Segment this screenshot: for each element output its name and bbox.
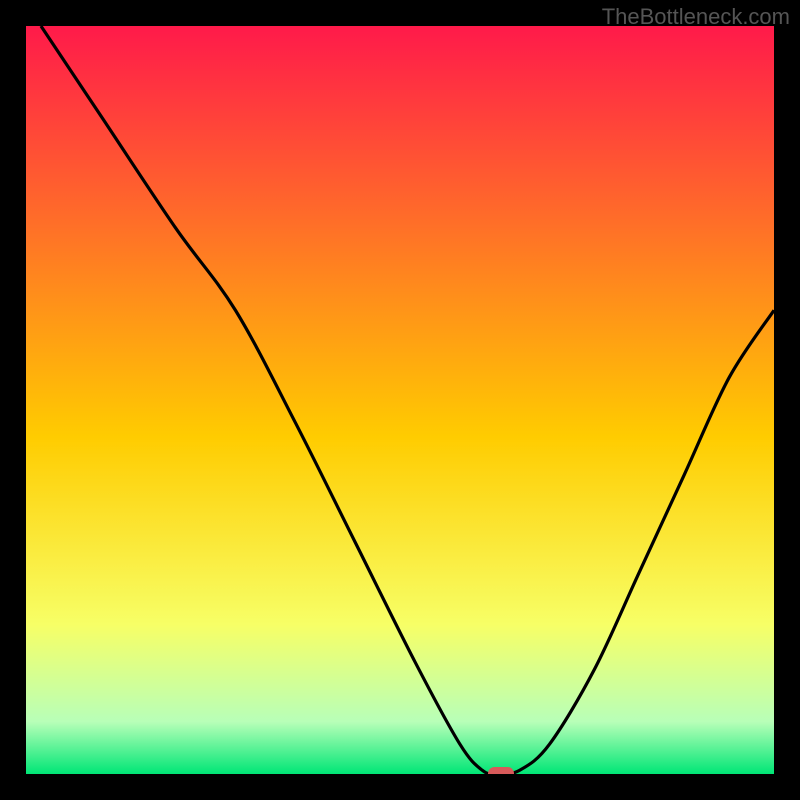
- chart-container: TheBottleneck.com: [0, 0, 800, 800]
- watermark-text: TheBottleneck.com: [602, 4, 790, 30]
- plot-area: [26, 26, 774, 774]
- optimal-marker: [488, 767, 514, 774]
- bottleneck-curve: [26, 26, 774, 774]
